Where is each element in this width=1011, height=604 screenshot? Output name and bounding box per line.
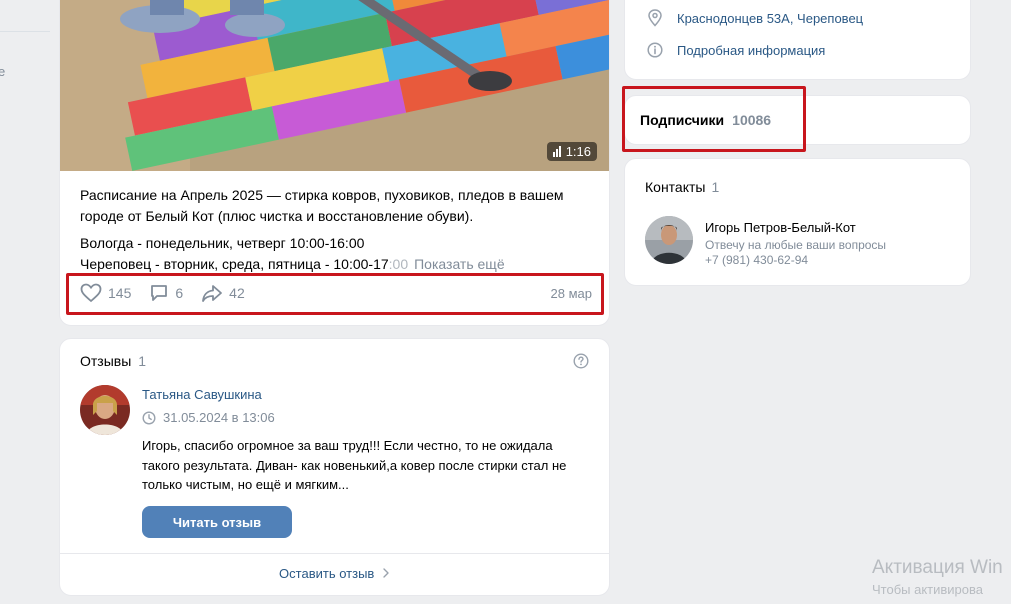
rail-text-fragment: е [0, 64, 6, 79]
post-date[interactable]: 28 мар [551, 286, 592, 301]
help-icon[interactable] [573, 353, 589, 369]
address-row[interactable]: Краснодонцев 53А, Череповец [647, 9, 863, 27]
read-review-button[interactable]: Читать отзыв [142, 506, 292, 538]
subscribers-card: Подписчики 10086 [624, 95, 971, 145]
post-text: Расписание на Апрель 2025 — стирка ковро… [80, 185, 600, 275]
post-line-cherepovets-fade: :00 [388, 256, 409, 272]
review-date: 31.05.2024 в 13:06 [142, 410, 275, 425]
contact-avatar[interactable] [645, 216, 693, 264]
video-thumbnail[interactable]: 1:16 [60, 0, 609, 171]
review-text: Игорь, спасибо огромное за ваш труд!!! Е… [142, 438, 567, 492]
comment-button[interactable]: 6 [149, 283, 183, 303]
subscribers-count: 10086 [732, 112, 772, 128]
share-icon [202, 285, 223, 302]
chevron-right-icon [383, 568, 389, 578]
like-button[interactable]: 145 [80, 283, 131, 303]
comment-icon [151, 285, 168, 301]
contact-phone: +7 (981) 430-62-94 [705, 253, 809, 267]
contacts-header: Контакты 1 [645, 179, 719, 195]
review-date-text: 31.05.2024 в 13:06 [163, 410, 275, 425]
show-more-link[interactable]: Показать ещё [414, 256, 505, 272]
subscribers-link[interactable]: Подписчики 10086 [640, 112, 771, 128]
like-count: 145 [108, 285, 132, 301]
post-line-cherepovets-main: Череповец - вторник, среда, пятница - 10… [80, 256, 389, 272]
carpet-image [60, 0, 609, 171]
reviewer-photo [80, 385, 130, 435]
share-button[interactable]: 42 [201, 283, 245, 303]
share-count: 42 [229, 285, 245, 301]
reviews-header: Отзывы 1 [80, 353, 146, 369]
watermark-line2: Чтобы активирова [872, 582, 984, 597]
left-rail: е [0, 0, 52, 604]
contact-photo [645, 216, 693, 264]
reviewer-avatar[interactable] [80, 385, 130, 435]
windows-activation-watermark: Активация Win Чтобы активирова [872, 557, 1003, 597]
reviews-card: Отзывы 1 Татьяна Савушкина 31.05.2024 в … [59, 338, 610, 596]
contact-subtitle: Отвечу на любые ваши вопросы [705, 238, 887, 252]
video-duration-text: 1:16 [565, 144, 591, 159]
reviews-count: 1 [138, 353, 147, 369]
info-card: Краснодонцев 53А, Череповец Подробная ин… [624, 0, 971, 80]
contacts-count: 1 [711, 179, 720, 195]
watermark-line1: Активация Win [872, 557, 1003, 578]
leave-review-label: Оставить отзыв [279, 566, 375, 581]
contacts-title: Контакты [645, 179, 706, 195]
video-quality-icon [552, 146, 561, 157]
post-title-line: Расписание на Апрель 2025 — стирка ковро… [80, 187, 564, 224]
rail-divider [0, 31, 50, 32]
post-line-cherepovets: Череповец - вторник, среда, пятница - 10… [80, 254, 600, 275]
contact-name[interactable]: Игорь Петров-Белый-Кот [705, 220, 856, 235]
post-actions-bar: 145 6 42 28 мар [80, 281, 592, 305]
post-card: 1:16 Расписание на Апрель 2025 — стирка … [59, 0, 610, 326]
subscribers-label: Подписчики [640, 112, 725, 128]
info-icon [647, 42, 663, 58]
comment-count: 6 [175, 285, 184, 301]
reviews-divider [60, 553, 609, 554]
clock-icon [142, 410, 156, 425]
post-line-vologda: Вологда - понедельник, четверг 10:00-16:… [80, 235, 365, 251]
details-row[interactable]: Подробная информация [647, 42, 825, 58]
details-text: Подробная информация [677, 42, 826, 58]
location-pin-icon [648, 9, 662, 27]
reviews-title: Отзывы [80, 353, 132, 369]
heart-icon [80, 283, 102, 303]
reviewer-name[interactable]: Татьяна Савушкина [142, 387, 262, 402]
leave-review-link[interactable]: Оставить отзыв [60, 566, 609, 581]
address-text: Краснодонцев 53А, Череповец [677, 10, 864, 26]
video-duration-badge: 1:16 [546, 142, 597, 161]
contacts-card: Контакты 1 Игорь Петров-Белый-Кот Отвечу… [624, 158, 971, 286]
